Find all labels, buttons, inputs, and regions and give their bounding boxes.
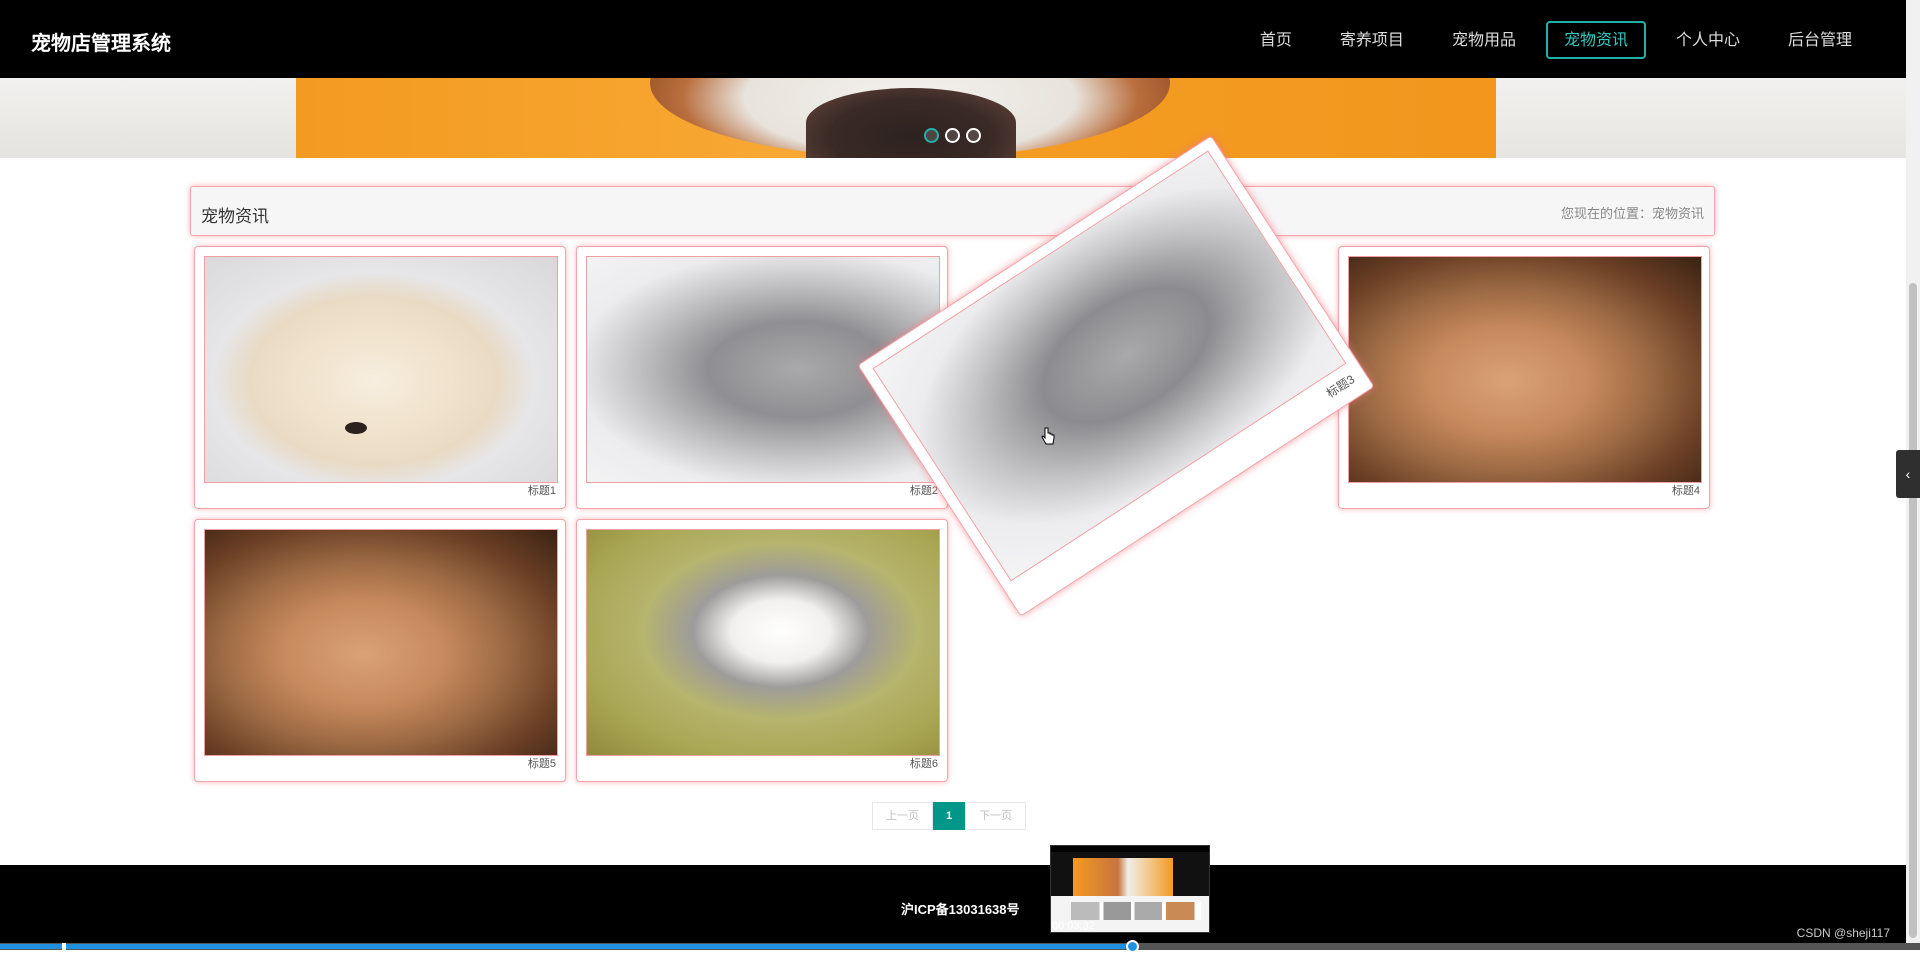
news-card-title: 标题4 — [1671, 485, 1700, 497]
video-progress-handle[interactable] — [1125, 940, 1139, 953]
news-card-4[interactable]: 标题4 — [1338, 246, 1710, 509]
site-brand[interactable]: 宠物店管理系统 — [31, 27, 171, 56]
video-progress-marker — [62, 943, 66, 950]
video-progress-fill — [0, 944, 1133, 949]
scrollbar-thumb[interactable] — [1909, 283, 1917, 938]
hand-cursor-icon — [1041, 427, 1055, 445]
breadcrumb: 您现在的位置：宠物资讯 — [1560, 206, 1704, 221]
icp-record[interactable]: 沪ICP备13031638号 — [901, 899, 1020, 918]
news-image-ginger-cat[interactable] — [1348, 256, 1702, 483]
nav-admin[interactable]: 后台管理 — [1770, 21, 1870, 59]
nav-home[interactable]: 首页 — [1242, 21, 1310, 59]
video-timestamp: 00:03:32 — [1052, 920, 1095, 932]
section-header: 宠物资讯 您现在的位置：宠物资讯 — [190, 186, 1715, 236]
news-card-title: 标题1 — [527, 485, 556, 497]
banner-bg-right — [1496, 78, 1906, 158]
footer: 沪ICP备13031638号 CSDN @sheji117 — [0, 865, 1906, 950]
main-nav: 首页 寄养项目 宠物用品 宠物资讯 个人中心 后台管理 — [1230, 21, 1870, 59]
section-title: 宠物资讯 — [201, 207, 269, 226]
top-navbar: 宠物店管理系统 首页 寄养项目 宠物用品 宠物资讯 个人中心 后台管理 — [0, 0, 1906, 78]
chevron-left-icon: ‹ — [1905, 466, 1911, 482]
prev-page-button[interactable]: 上一页 — [872, 802, 933, 830]
news-image-ginger-cat[interactable] — [204, 529, 558, 756]
news-card-title: 标题5 — [527, 758, 556, 770]
banner-carousel — [0, 78, 1906, 158]
watermark: CSDN @sheji117 — [1796, 926, 1890, 940]
thumbnail-header — [1051, 846, 1209, 852]
news-card-6[interactable]: 标题6 — [576, 519, 948, 782]
thumbnail-banner — [1073, 858, 1173, 896]
carousel-indicators — [924, 128, 981, 143]
page-1-button[interactable]: 1 — [933, 802, 966, 830]
banner-dog-nose — [806, 88, 1016, 158]
news-image-sleeping-puppy[interactable] — [204, 256, 558, 483]
nav-supplies[interactable]: 宠物用品 — [1434, 21, 1534, 59]
news-card-1[interactable]: 标题1 — [194, 246, 566, 509]
news-card-5[interactable]: 标题5 — [194, 519, 566, 782]
carousel-dot-3[interactable] — [966, 128, 981, 143]
carousel-dot-2[interactable] — [945, 128, 960, 143]
banner-bg-left — [0, 78, 296, 158]
nav-profile[interactable]: 个人中心 — [1658, 21, 1758, 59]
news-card-title: 标题6 — [909, 758, 938, 770]
next-page-button[interactable]: 下一页 — [965, 802, 1027, 830]
news-card-title: 标题2 — [909, 485, 938, 497]
news-image-happy-cat[interactable] — [586, 529, 940, 756]
pagination: 上一页 1 下一页 — [872, 802, 1027, 830]
nav-news[interactable]: 宠物资讯 — [1545, 21, 1646, 59]
video-progress-bar[interactable] — [0, 940, 1920, 953]
side-panel-toggle[interactable]: ‹ — [1896, 450, 1920, 498]
nav-boarding[interactable]: 寄养项目 — [1322, 21, 1422, 59]
carousel-dot-1[interactable] — [924, 128, 939, 143]
thumbnail-cards — [1071, 902, 1201, 920]
